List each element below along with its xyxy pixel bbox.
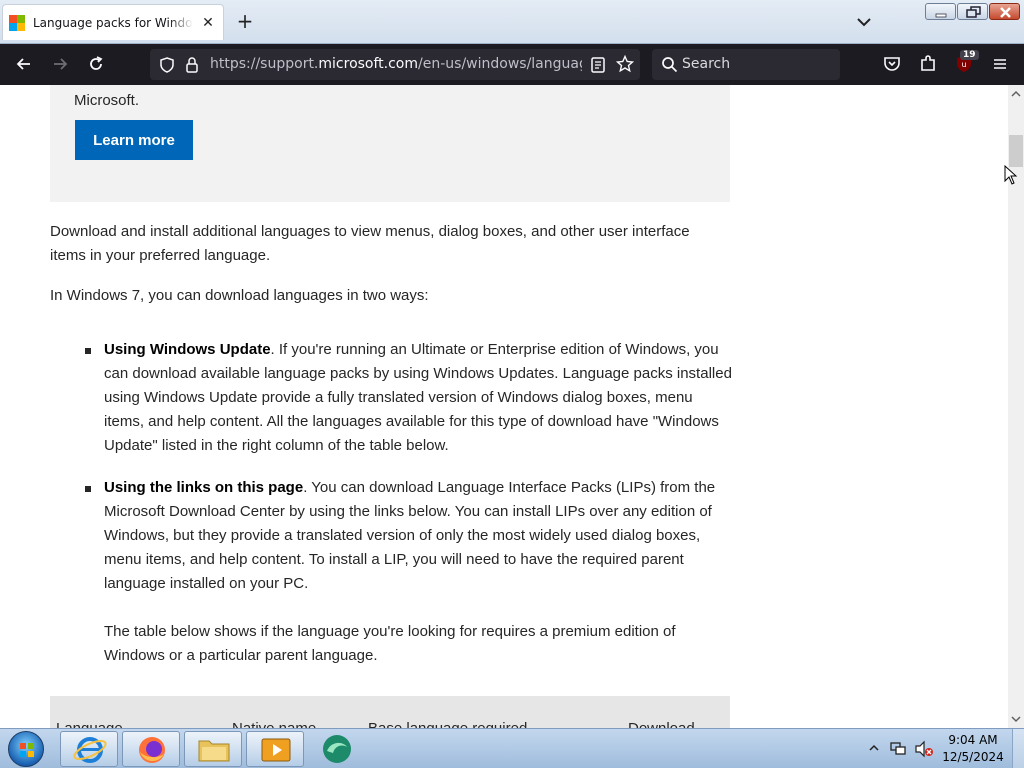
forward-arrow-icon[interactable] bbox=[50, 54, 70, 74]
reload-icon[interactable] bbox=[86, 54, 106, 74]
firefox-icon bbox=[139, 737, 165, 763]
extensions-puzzle-icon[interactable] bbox=[918, 54, 938, 74]
windows-logo-icon bbox=[20, 743, 34, 757]
internet-explorer-icon bbox=[73, 737, 107, 763]
lock-icon[interactable] bbox=[184, 56, 200, 74]
list-all-tabs-icon[interactable] bbox=[854, 12, 874, 32]
clock-time[interactable]: 9:04 AM bbox=[940, 733, 1006, 747]
column-header-base-language: Base language required bbox=[368, 720, 527, 728]
pocket-icon[interactable] bbox=[882, 54, 902, 74]
search-icon bbox=[662, 57, 678, 73]
table-note-paragraph: The table below shows if the language yo… bbox=[104, 623, 676, 664]
list-item: Using the links on this page. You can do… bbox=[85, 476, 734, 596]
start-button[interactable] bbox=[8, 731, 44, 767]
scroll-down-icon[interactable] bbox=[1010, 714, 1022, 724]
taskbar-firefox[interactable] bbox=[122, 731, 180, 767]
learn-more-button[interactable]: Learn more bbox=[75, 120, 193, 160]
language-table-header: Language Native name Base language requi… bbox=[50, 696, 730, 728]
windows-taskbar bbox=[0, 728, 1024, 768]
back-arrow-icon[interactable] bbox=[14, 54, 34, 74]
column-header-native-name: Native name bbox=[232, 720, 316, 728]
banner-text: We recommend you move to a Windows 11 PC… bbox=[74, 92, 140, 109]
intro-paragraph: Download and install additional language… bbox=[50, 223, 690, 264]
tab-strip: Language packs for Windows - ✕ + bbox=[0, 0, 1024, 44]
list-item: Using Windows Update. If you're running … bbox=[85, 338, 734, 458]
bookmark-star-icon[interactable] bbox=[616, 55, 634, 73]
column-header-download: Download bbox=[628, 720, 695, 728]
network-icon[interactable] bbox=[889, 740, 907, 758]
microsoft-logo-icon bbox=[9, 14, 25, 31]
scrollbar-thumb[interactable] bbox=[1009, 135, 1023, 167]
close-tab-icon[interactable]: ✕ bbox=[199, 15, 217, 31]
folder-icon bbox=[198, 740, 230, 762]
show-desktop-button[interactable] bbox=[1012, 729, 1024, 768]
reader-view-icon[interactable] bbox=[590, 56, 606, 74]
column-header-language: Language bbox=[56, 720, 123, 728]
new-tab-button[interactable]: + bbox=[234, 10, 256, 32]
scroll-up-icon[interactable] bbox=[1010, 89, 1022, 99]
download-links-link[interactable]: Using the links on this page bbox=[104, 479, 303, 496]
search-placeholder: Search bbox=[682, 56, 731, 72]
show-hidden-icons-icon[interactable] bbox=[868, 743, 880, 753]
tab-title: Language packs for Windows - bbox=[33, 15, 193, 30]
clock-date[interactable]: 12/5/2024 bbox=[940, 750, 1006, 764]
shield-icon[interactable] bbox=[158, 56, 176, 74]
extension-badge-count: 19 bbox=[960, 50, 979, 60]
green-app-icon[interactable] bbox=[318, 732, 356, 766]
url-text[interactable]: https://support.microsoft.com/en-us/wind… bbox=[210, 56, 582, 72]
menu-hamburger-icon[interactable] bbox=[990, 54, 1010, 74]
bullet-title: Using Windows Update bbox=[104, 341, 271, 358]
taskbar-file-explorer[interactable] bbox=[184, 731, 242, 767]
taskbar-internet-explorer[interactable] bbox=[60, 731, 118, 767]
svg-text:u: u bbox=[961, 60, 966, 69]
mouse-cursor-icon bbox=[1004, 165, 1018, 185]
ways-intro-paragraph: In Windows 7, you can download languages… bbox=[50, 287, 429, 304]
page-content: We recommend you move to a Windows 11 PC… bbox=[0, 85, 1008, 728]
volume-muted-icon[interactable] bbox=[914, 740, 934, 758]
close-window-button[interactable] bbox=[989, 3, 1020, 20]
restore-button[interactable] bbox=[957, 3, 988, 20]
minimize-button[interactable] bbox=[925, 3, 956, 20]
taskbar-media-player[interactable] bbox=[246, 731, 304, 767]
tab-language-packs[interactable]: Language packs for Windows - ✕ bbox=[2, 4, 224, 40]
media-player-icon bbox=[261, 738, 291, 762]
address-bar[interactable]: https://support.microsoft.com/en-us/wind… bbox=[150, 49, 640, 80]
upgrade-banner: We recommend you move to a Windows 11 PC… bbox=[50, 85, 730, 202]
search-box[interactable]: Search bbox=[652, 49, 840, 80]
navigation-toolbar: https://support.microsoft.com/en-us/wind… bbox=[0, 44, 1024, 85]
